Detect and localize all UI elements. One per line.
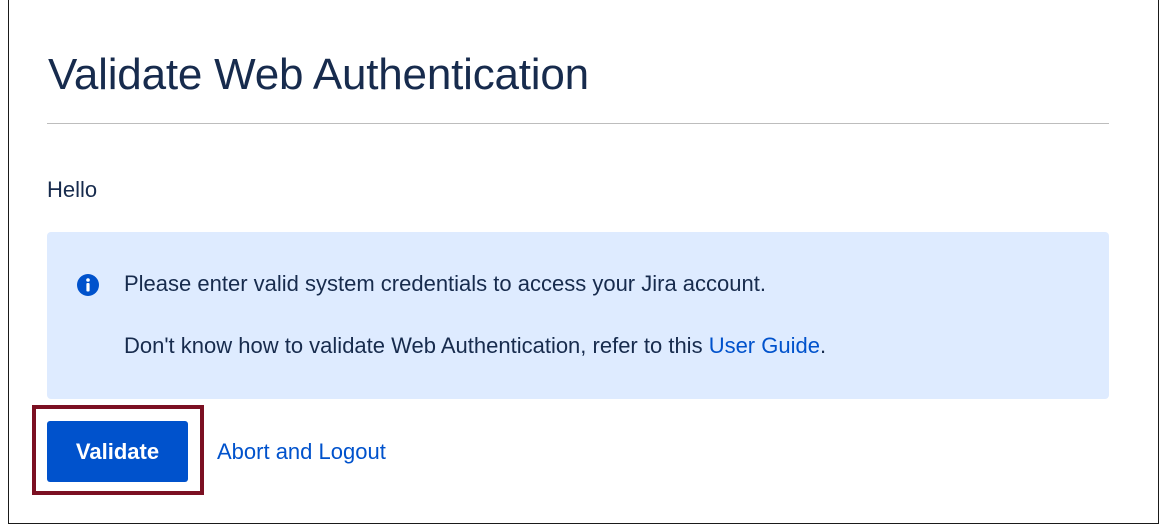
page-title: Validate Web Authentication — [48, 50, 589, 99]
greeting-text: Hello — [47, 177, 98, 202]
info-message-line1: Please enter valid system credentials to… — [124, 271, 766, 296]
info-message-line2-suffix: . — [819, 333, 827, 358]
info-message-line2: Don't know how to validate Web Authentic… — [124, 332, 826, 360]
user-guide-link[interactable]: User Guide — [709, 333, 820, 358]
info-message-panel: Please enter valid system credentials to… — [47, 232, 1109, 399]
title-divider — [47, 123, 1109, 124]
info-message-line2-prefix: Don't know how to validate Web Authentic… — [124, 333, 709, 358]
abort-and-logout-link[interactable]: Abort and Logout — [217, 438, 386, 466]
info-icon — [77, 274, 99, 296]
validate-button[interactable]: Validate — [47, 421, 188, 482]
